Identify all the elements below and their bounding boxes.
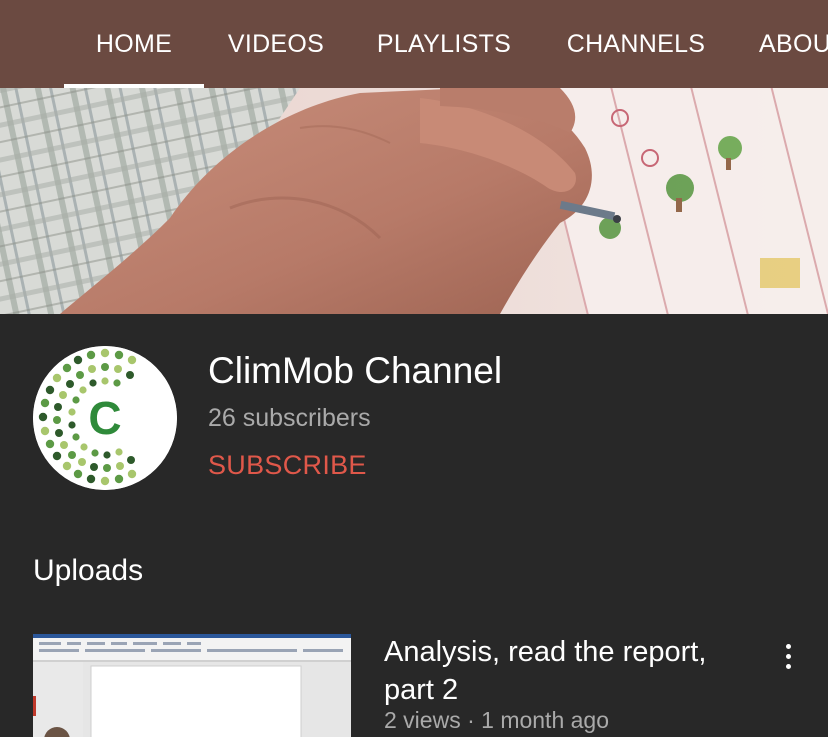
subscribe-button[interactable]: SUBSCRIBE — [208, 449, 367, 481]
channel-page: HOME VIDEOS PLAYLISTS CHANNELS ABOUT — [0, 0, 828, 737]
menu-dot — [785, 663, 791, 669]
video-thumbnail[interactable] — [33, 634, 351, 737]
tab-about-label: ABOUT — [759, 29, 828, 58]
menu-dot — [785, 653, 791, 659]
tab-home-label: HOME — [95, 29, 173, 58]
video-list-item[interactable]: Analysis, read the report, part 2 2 view… — [0, 620, 828, 737]
tab-home[interactable]: HOME — [64, 0, 204, 88]
tab-channels[interactable]: CHANNELS — [555, 0, 717, 88]
channel-avatar[interactable]: C — [33, 346, 177, 490]
menu-dot — [785, 643, 791, 649]
uploads-section-title[interactable]: Uploads — [33, 553, 143, 589]
channel-tab-bar: HOME VIDEOS PLAYLISTS CHANNELS ABOUT — [0, 0, 828, 88]
tab-playlists[interactable]: PLAYLISTS — [364, 0, 524, 88]
avatar-letter: C — [88, 392, 121, 444]
banner-photo — [0, 88, 828, 314]
video-meta: 2 views · 1 month ago — [384, 707, 610, 733]
tab-about[interactable]: ABOUT — [748, 0, 828, 88]
channel-name: ClimMob Channel — [208, 350, 503, 391]
climmob-logo-icon: C — [33, 346, 177, 490]
tab-channels-label: CHANNELS — [566, 29, 706, 58]
subscriber-count: 26 subscribers — [208, 404, 371, 432]
video-title[interactable]: Analysis, read the report, part 2 — [384, 633, 754, 709]
channel-banner — [0, 88, 828, 314]
more-options-icon[interactable] — [772, 638, 804, 674]
tab-playlists-label: PLAYLISTS — [376, 29, 512, 58]
word-document-thumbnail — [33, 634, 351, 737]
tab-videos[interactable]: VIDEOS — [220, 0, 332, 88]
tab-videos-label: VIDEOS — [227, 29, 325, 58]
